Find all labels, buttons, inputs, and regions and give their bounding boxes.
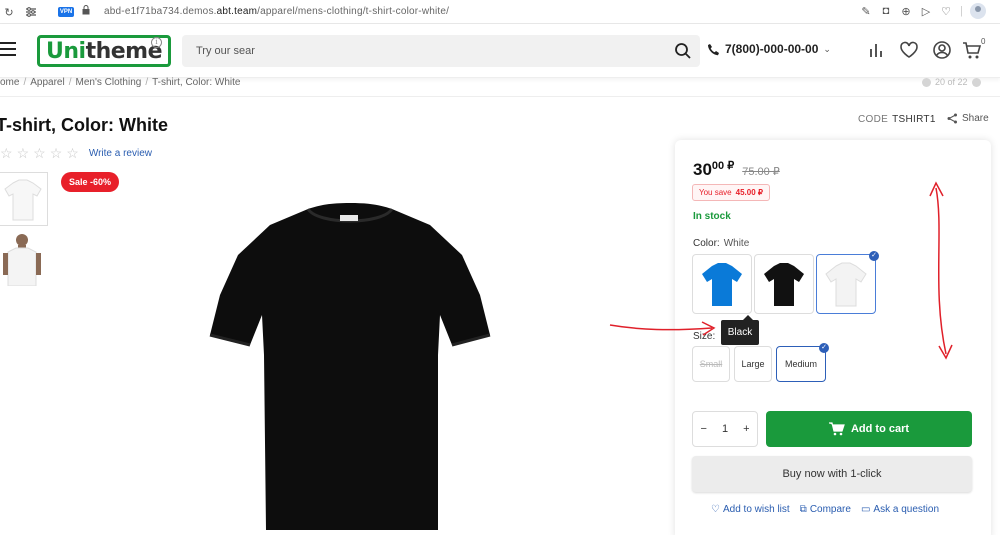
quantity-stepper: − 1 + — [692, 411, 758, 447]
product-main-image[interactable] — [200, 195, 500, 535]
play-icon[interactable]: ▷ — [920, 5, 932, 18]
price: 3000 ₽ 75.00 ₽ — [693, 160, 780, 180]
decrease-button[interactable]: − — [701, 423, 707, 435]
browser-toolbar-icons: ✎ ◘ ⊕ ▷ ♡ | — [860, 3, 986, 19]
size-medium[interactable]: Medium — [776, 346, 826, 382]
savings-badge: You save 45.00 ₽ — [692, 184, 770, 201]
pager-count: 20 of 22 — [935, 77, 968, 87]
write-review-link[interactable]: Write a review — [89, 148, 152, 159]
product-title: T-shirt, Color: White — [0, 115, 168, 135]
lock-icon — [82, 5, 90, 18]
product-actions: ♡ Add to wish list ⧉ Compare ▭ Ask a questi… — [711, 504, 939, 515]
color-swatch-blue[interactable] — [692, 254, 752, 314]
check-icon: ✓ — [869, 251, 879, 261]
color-tooltip: Black — [721, 315, 759, 345]
size-small[interactable]: Small — [692, 346, 730, 382]
search-input[interactable] — [182, 35, 652, 67]
divider-icon: | — [960, 5, 963, 17]
breadcrumb-apparel[interactable]: Apparel — [30, 77, 64, 88]
edit-icon[interactable]: ✎ — [860, 5, 872, 18]
compare-icon: ⧉ — [799, 504, 807, 515]
color-swatch-black[interactable] — [754, 254, 814, 314]
product-pager: 20 of 22 — [922, 77, 981, 87]
rating-row: ☆ ☆ ☆ ☆ ☆ Write a review — [0, 146, 152, 160]
vpn-badge[interactable]: VPN — [58, 7, 74, 17]
phone-number: 7(800)-000-00-00 — [725, 42, 819, 56]
share-button[interactable]: Share — [947, 113, 989, 124]
color-swatch-white[interactable] — [816, 254, 876, 314]
heart-icon[interactable] — [899, 40, 919, 60]
add-to-wishlist-link[interactable]: ♡ Add to wish list — [711, 504, 790, 515]
star-icon[interactable]: ☆ — [0, 146, 13, 160]
next-product-icon[interactable] — [971, 77, 981, 87]
size-label: Size: — [693, 331, 716, 342]
search-box — [182, 35, 700, 67]
thumbnail-front[interactable] — [0, 172, 48, 226]
star-icon[interactable]: ☆ — [33, 146, 46, 160]
chat-icon: ▭ — [860, 504, 871, 515]
color-label: Color: White — [693, 238, 750, 249]
site-header: Unitheme i 7(800)-000-00-00 ⌄ 0 — [0, 24, 1000, 78]
phone-icon — [708, 43, 719, 55]
price-main: 30 — [693, 160, 712, 179]
extension-icon[interactable]: ⊕ — [900, 5, 912, 18]
product-code: CODE TSHIRT1 — [858, 114, 936, 125]
header-divider — [0, 96, 1000, 97]
browser-address-bar: ↻ VPN abd-e1f71ba734.demos.abt.team/appa… — [0, 0, 1000, 24]
phone-dropdown[interactable]: 7(800)-000-00-00 ⌄ — [707, 42, 831, 56]
user-icon[interactable] — [932, 40, 952, 60]
url-text[interactable]: abd-e1f71ba734.demos.abt.team/apparel/me… — [104, 6, 449, 17]
buy-one-click-button[interactable]: Buy now with 1-click — [692, 456, 972, 492]
breadcrumb-home[interactable]: ome — [0, 77, 19, 88]
stock-status: In stock — [693, 211, 731, 222]
cart-count-badge: 0 — [981, 37, 986, 46]
site-settings-icon[interactable] — [24, 5, 38, 19]
share-icon — [947, 113, 957, 124]
search-icon[interactable] — [674, 42, 692, 60]
favorites-icon[interactable]: ♡ — [940, 5, 952, 18]
menu-icon[interactable] — [0, 42, 16, 56]
star-icon[interactable]: ☆ — [17, 146, 30, 160]
check-icon: ✓ — [819, 343, 829, 353]
price-kopecks: 00 ₽ — [711, 160, 735, 172]
compare-link[interactable]: ⧉ Compare — [800, 504, 851, 515]
thumbnail-model[interactable] — [0, 232, 48, 287]
size-large[interactable]: Large — [734, 346, 772, 382]
profile-avatar[interactable] — [970, 3, 986, 19]
ask-question-link[interactable]: ▭ Ask a question — [861, 504, 939, 515]
increase-button[interactable]: + — [743, 423, 749, 435]
cart-icon[interactable] — [962, 40, 982, 60]
chevron-down-icon: ⌄ — [823, 43, 831, 54]
sale-badge: Sale -60% — [61, 172, 120, 192]
camera-icon[interactable]: ◘ — [880, 5, 892, 17]
prev-product-icon[interactable] — [922, 77, 931, 87]
star-icon[interactable]: ☆ — [50, 146, 63, 160]
heart-icon: ♡ — [711, 504, 720, 515]
star-icon[interactable]: ☆ — [66, 146, 79, 160]
breadcrumb-mens-clothing[interactable]: Men's Clothing — [75, 77, 141, 88]
reload-icon[interactable]: ↻ — [2, 5, 16, 19]
breadcrumb: ome / Apparel / Men's Clothing / T-shirt, C… — [0, 77, 241, 88]
compare-chart-icon[interactable] — [866, 40, 886, 60]
add-to-cart-button[interactable]: Add to cart — [766, 411, 972, 447]
breadcrumb-current: T-shirt, Color: White — [152, 77, 241, 88]
info-icon[interactable]: i — [151, 37, 162, 48]
old-price: 75.00 ₽ — [742, 166, 780, 178]
quantity-value[interactable]: 1 — [722, 423, 728, 435]
cart-icon — [828, 422, 845, 436]
